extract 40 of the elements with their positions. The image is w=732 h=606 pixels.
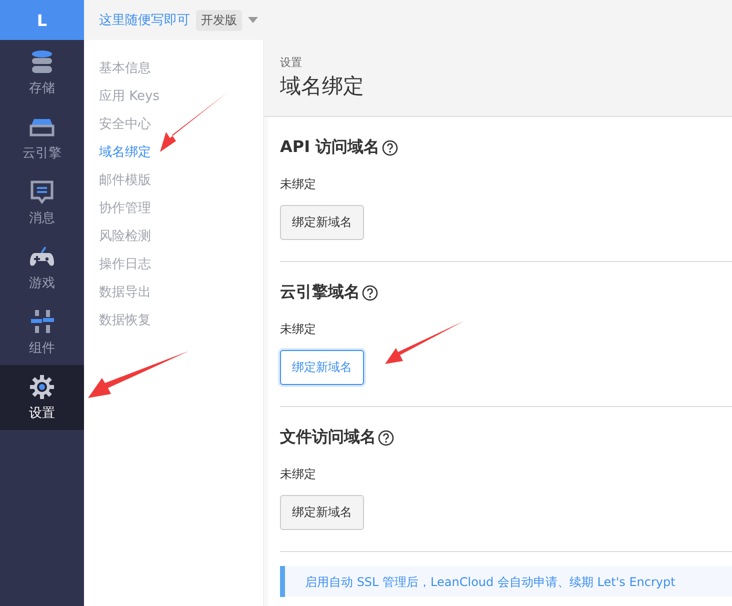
nav-item[interactable]: 组件 <box>0 300 84 365</box>
bind-domain-button[interactable]: 绑定新域名 <box>280 350 364 385</box>
status-text: 未绑定 <box>280 321 317 338</box>
submenu-item[interactable]: 操作日志 <box>99 254 263 282</box>
notice-text: 启用自动 SSL 管理后，LeanCloud 会自动申请、续期 Let's Encrypt <box>305 575 676 589</box>
submenu-item[interactable]: 安全中心 <box>99 114 263 142</box>
bind-domain-button[interactable]: 绑定新域名 <box>280 495 364 530</box>
page-title: 域名绑定 <box>280 73 365 100</box>
bind-domain-button[interactable]: 绑定新域名 <box>280 205 364 240</box>
submenu-item[interactable]: 协作管理 <box>99 198 263 226</box>
caret-icon[interactable] <box>248 17 258 23</box>
section-title: 云引擎域名 <box>280 282 360 303</box>
help-icon[interactable] <box>362 284 378 300</box>
breadcrumb: 设置 <box>280 55 303 70</box>
status-text: 未绑定 <box>280 176 317 193</box>
submenu-item[interactable]: 应用 Keys <box>99 86 263 114</box>
status-text: 未绑定 <box>280 466 317 483</box>
submenu-item[interactable]: 数据导出 <box>99 282 263 310</box>
nav-item[interactable]: 存储 <box>0 40 84 105</box>
database-icon <box>29 48 55 74</box>
section-title: 文件访问域名 <box>280 427 376 448</box>
nav-item[interactable]: 设置 <box>0 365 84 430</box>
app-name[interactable]: 这里随便写即可 <box>99 11 190 29</box>
message-icon <box>29 178 55 204</box>
nav-item[interactable]: 云引擎 <box>0 105 84 170</box>
version-badge: 开发版 <box>196 10 242 30</box>
submenu-item[interactable]: 基本信息 <box>99 58 263 86</box>
submenu-item[interactable]: 邮件模版 <box>99 170 263 198</box>
section-title: API 访问域名 <box>280 137 380 158</box>
nav-item[interactable]: 游戏 <box>0 235 84 300</box>
submenu-item[interactable]: 数据恢复 <box>99 310 263 338</box>
annotation-arrow <box>160 92 228 152</box>
logo[interactable]: L <box>0 0 84 40</box>
help-icon[interactable] <box>382 140 398 156</box>
submenu-item[interactable]: 域名绑定 <box>99 142 263 170</box>
submenu-item[interactable]: 风险检测 <box>99 226 263 254</box>
sliders-icon <box>29 308 55 334</box>
settings-icon <box>29 374 55 400</box>
help-icon[interactable] <box>378 430 394 446</box>
nav-item[interactable]: 消息 <box>0 170 84 235</box>
